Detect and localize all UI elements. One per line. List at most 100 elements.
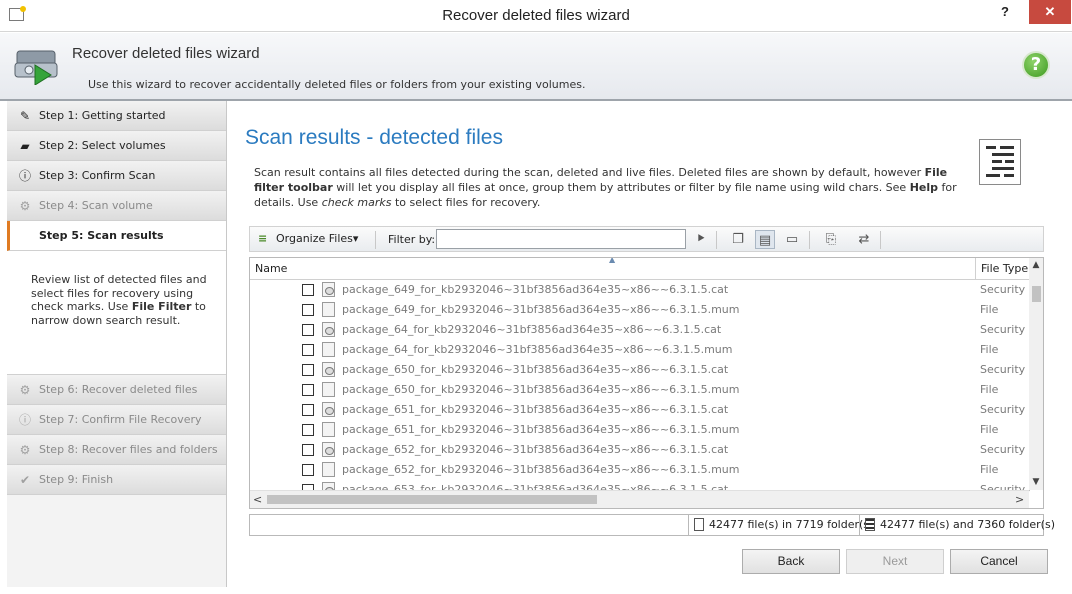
- file-name: package_650_for_kb2932046~31bf3856ad364e…: [342, 363, 729, 376]
- show-deleted-files-icon[interactable]: ▤: [755, 230, 775, 249]
- vertical-scrollbar[interactable]: ▲ ▼: [1029, 258, 1043, 490]
- title-bar: Recover deleted files wizard ? ✕: [0, 0, 1072, 32]
- back-button[interactable]: Back: [742, 549, 840, 574]
- sort-ascending-icon: ▲: [609, 257, 616, 264]
- organize-files-label: Organize Files: [276, 232, 353, 245]
- status-files-in-folders-text: 42477 file(s) in 7719 folder(s): [709, 518, 874, 531]
- row-checkbox[interactable]: [302, 384, 314, 396]
- table-row[interactable]: package_649_for_kb2932046~31bf3856ad364e…: [250, 300, 1030, 320]
- table-row[interactable]: package_652_for_kb2932046~31bf3856ad364e…: [250, 460, 1030, 480]
- file-icon: [322, 422, 335, 437]
- file-type: Security C: [980, 283, 1030, 296]
- row-checkbox[interactable]: [302, 404, 314, 416]
- row-checkbox[interactable]: [302, 364, 314, 376]
- invert-selection-icon[interactable]: ⇄: [854, 230, 874, 249]
- document-icon: [865, 518, 875, 531]
- file-type: Security C: [980, 363, 1030, 376]
- table-row[interactable]: package_651_for_kb2932046~31bf3856ad364e…: [250, 420, 1030, 440]
- row-checkbox[interactable]: [302, 324, 314, 336]
- toolbar-separator: [880, 231, 881, 249]
- scroll-up-icon[interactable]: ▲: [1029, 260, 1043, 270]
- show-live-files-icon[interactable]: ▭: [782, 230, 802, 249]
- help-button[interactable]: ?: [996, 0, 1014, 24]
- file-name: package_651_for_kb2932046~31bf3856ad364e…: [342, 403, 729, 416]
- apply-filter-icon[interactable]: ⯈: [691, 230, 711, 249]
- file-filter-toolbar: Organize Files▾ Filter by: ⯈ ❐ ▤ ▭ ⎘ ⇄: [249, 226, 1044, 252]
- file-icon: [694, 518, 704, 531]
- recover-drive-icon: [14, 50, 58, 85]
- wizard-header: Recover deleted files wizard Use this wi…: [0, 33, 1072, 101]
- results-document-icon: [979, 139, 1021, 185]
- row-checkbox[interactable]: [302, 464, 314, 476]
- table-row[interactable]: package_64_for_kb2932046~31bf3856ad364e3…: [250, 340, 1030, 360]
- sidebar-step-4[interactable]: ⚙ Step 4: Scan volume: [7, 191, 226, 221]
- file-name: package_650_for_kb2932046~31bf3856ad364e…: [342, 383, 740, 396]
- sidebar-step-5[interactable]: Step 5: Scan results: [7, 221, 226, 251]
- security-catalog-icon: [322, 442, 335, 457]
- help-icon[interactable]: ?: [1022, 51, 1050, 79]
- filter-input[interactable]: [436, 229, 686, 249]
- sidebar-step-label: Step 5: Scan results: [39, 229, 164, 242]
- show-all-files-icon[interactable]: ❐: [728, 230, 748, 249]
- file-type: Security C: [980, 403, 1030, 416]
- step-description-bold: File Filter: [131, 300, 192, 313]
- table-row[interactable]: package_64_for_kb2932046~31bf3856ad364e3…: [250, 320, 1030, 340]
- sidebar-step-label: Step 6: Recover deleted files: [39, 383, 198, 396]
- sidebar-step-8[interactable]: ⚙ Step 8: Recover files and folders: [7, 435, 226, 465]
- scroll-right-icon[interactable]: >: [1015, 493, 1024, 506]
- table-row[interactable]: package_652_for_kb2932046~31bf3856ad364e…: [250, 440, 1030, 460]
- header-title: Recover deleted files wizard: [72, 45, 260, 62]
- desc-italic-1: check marks: [321, 196, 392, 209]
- close-button[interactable]: ✕: [1029, 0, 1071, 24]
- sidebar-step-label: Step 2: Select volumes: [39, 139, 166, 152]
- desc-text-4: to select files for recovery.: [391, 196, 541, 209]
- drive-icon: ▰: [20, 139, 30, 153]
- row-checkbox[interactable]: [302, 284, 314, 296]
- scroll-left-icon[interactable]: <: [253, 493, 262, 506]
- file-type: File: [980, 463, 999, 476]
- file-type: File: [980, 423, 999, 436]
- scroll-thumb-horizontal[interactable]: [267, 495, 597, 504]
- desc-text-1: Scan result contains all files detected …: [254, 166, 925, 179]
- sidebar-step-3[interactable]: ⓘ Step 3: Confirm Scan: [7, 161, 226, 191]
- table-row[interactable]: package_650_for_kb2932046~31bf3856ad364e…: [250, 360, 1030, 380]
- filter-label: Filter by:: [388, 233, 436, 246]
- file-type: Security C: [980, 443, 1030, 456]
- row-checkbox[interactable]: [302, 304, 314, 316]
- status-bar: 42477 file(s) in 7719 folder(s) 42477 fi…: [249, 514, 1055, 536]
- grid-header: ▲ Name File Type: [250, 258, 1043, 280]
- horizontal-scrollbar[interactable]: < >: [250, 490, 1029, 508]
- row-checkbox[interactable]: [302, 344, 314, 356]
- table-row[interactable]: package_649_for_kb2932046~31bf3856ad364e…: [250, 280, 1030, 300]
- status-left: [250, 515, 688, 535]
- sidebar-step-label: Step 9: Finish: [39, 473, 114, 486]
- toolbar-separator: [375, 231, 376, 249]
- scroll-thumb[interactable]: [1032, 286, 1041, 302]
- scroll-down-icon[interactable]: ▼: [1029, 477, 1043, 487]
- gear-icon: ⚙: [19, 443, 31, 457]
- sidebar-step-6[interactable]: ⚙ Step 6: Recover deleted files: [7, 375, 226, 405]
- column-header-file-type[interactable]: File Type: [975, 258, 1028, 280]
- sidebar-step-label: Step 8: Recover files and folders: [39, 443, 218, 456]
- row-checkbox[interactable]: [302, 424, 314, 436]
- cancel-button[interactable]: Cancel: [950, 549, 1048, 574]
- status-files-and-folders-text: 42477 file(s) and 7360 folder(s): [880, 518, 1055, 531]
- sidebar-step-9[interactable]: ✔ Step 9: Finish: [7, 465, 226, 495]
- next-button[interactable]: Next: [846, 549, 944, 574]
- row-checkbox[interactable]: [302, 444, 314, 456]
- select-files-icon[interactable]: ⎘: [821, 230, 841, 249]
- wizard-steps-sidebar: ✎ Step 1: Getting started ▰ Step 2: Select …: [7, 101, 227, 587]
- column-header-name[interactable]: Name: [255, 262, 287, 275]
- file-type: File: [980, 383, 999, 396]
- file-name: package_651_for_kb2932046~31bf3856ad364e…: [342, 423, 740, 436]
- security-catalog-icon: [322, 402, 335, 417]
- sidebar-step-1[interactable]: ✎ Step 1: Getting started: [7, 101, 226, 131]
- sidebar-step-7[interactable]: ⓘ Step 7: Confirm File Recovery: [7, 405, 226, 435]
- organize-files-button[interactable]: Organize Files▾: [258, 231, 358, 247]
- status-files-in-folders: 42477 file(s) in 7719 folder(s): [688, 515, 873, 535]
- table-row[interactable]: package_650_for_kb2932046~31bf3856ad364e…: [250, 380, 1030, 400]
- gear-icon: ⚙: [19, 199, 31, 213]
- checkmark-icon: ✔: [19, 473, 31, 487]
- table-row[interactable]: package_651_for_kb2932046~31bf3856ad364e…: [250, 400, 1030, 420]
- sidebar-step-2[interactable]: ▰ Step 2: Select volumes: [7, 131, 226, 161]
